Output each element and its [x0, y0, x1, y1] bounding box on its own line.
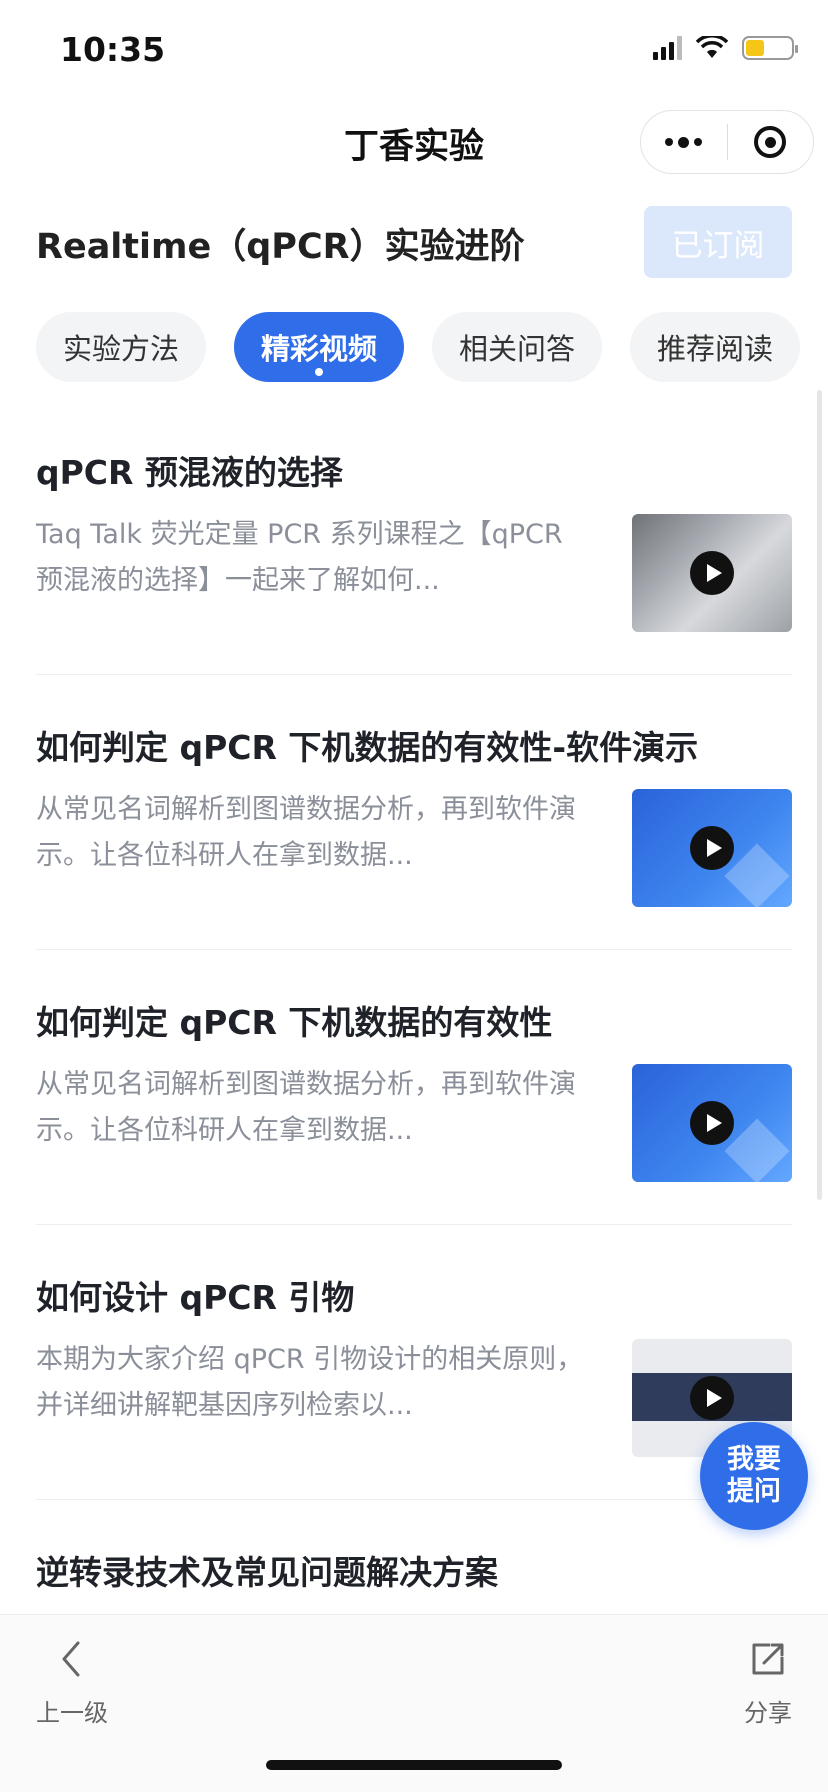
target-icon	[754, 126, 787, 158]
cube-graphic	[724, 1118, 790, 1182]
more-button[interactable]	[641, 111, 727, 173]
share-button[interactable]: 分享	[744, 1639, 792, 1728]
list-item[interactable]: 如何判定 qPCR 下机数据的有效性-软件演示 从常见名词解析到图谱数据分析，再…	[36, 675, 792, 950]
tab-videos[interactable]: 精彩视频	[234, 312, 404, 382]
list-item[interactable]: 如何判定 qPCR 下机数据的有效性 从常见名词解析到图谱数据分析，再到软件演示…	[36, 950, 792, 1225]
nav-bar: 丁香实验	[0, 100, 828, 184]
video-list: qPCR 预混液的选择 Taq Talk 荧光定量 PCR 系列课程之【qPCR…	[0, 400, 828, 1775]
ask-question-label: 我要提问	[727, 1444, 781, 1507]
back-label: 上一级	[36, 1699, 108, 1727]
tab-recommended[interactable]: 推荐阅读	[630, 312, 800, 382]
video-title: 逆转录技术及常见问题解决方案	[36, 1553, 498, 1592]
subscribe-button[interactable]: 已订阅	[644, 206, 792, 278]
close-miniprogram-button[interactable]	[728, 111, 814, 173]
ask-question-button[interactable]: 我要提问	[700, 1422, 808, 1530]
tab-bar: 实验方法 精彩视频 相关问答 推荐阅读	[0, 312, 828, 388]
video-title: 如何设计 qPCR 引物	[36, 1278, 355, 1317]
video-thumbnail[interactable]	[632, 789, 792, 907]
video-description: 从常见名词解析到图谱数据分析，再到软件演示。让各位科研人在拿到数据...	[36, 1069, 576, 1146]
video-description: Taq Talk 荧光定量 PCR 系列课程之【qPCR 预混液的选择】一起来了…	[36, 519, 563, 596]
share-label: 分享	[744, 1699, 792, 1727]
share-icon	[752, 1643, 784, 1675]
miniprogram-capsule	[640, 110, 814, 174]
chevron-left-icon	[62, 1641, 80, 1677]
cube-graphic	[724, 843, 790, 907]
battery-icon	[742, 36, 798, 60]
tab-methods[interactable]: 实验方法	[36, 312, 206, 382]
video-title: 如何判定 qPCR 下机数据的有效性	[36, 1003, 553, 1042]
page-title: Realtime（qPCR）实验进阶	[36, 227, 525, 267]
cellular-signal-icon	[653, 36, 682, 60]
video-title: 如何判定 qPCR 下机数据的有效性-软件演示	[36, 728, 699, 767]
status-time: 10:35	[60, 30, 166, 69]
video-thumbnail[interactable]	[632, 514, 792, 632]
back-button[interactable]: 上一级	[36, 1639, 108, 1728]
more-dots-icon	[665, 136, 703, 148]
tab-qa[interactable]: 相关问答	[432, 312, 602, 382]
play-icon	[690, 826, 734, 870]
play-icon	[690, 551, 734, 595]
play-icon	[690, 1101, 734, 1145]
list-item[interactable]: qPCR 预混液的选择 Taq Talk 荧光定量 PCR 系列课程之【qPCR…	[36, 400, 792, 675]
list-item[interactable]: 如何设计 qPCR 引物 本期为大家介绍 qPCR 引物设计的相关原则，并详细讲…	[36, 1225, 792, 1500]
video-title: qPCR 预混液的选择	[36, 453, 343, 492]
video-description: 本期为大家介绍 qPCR 引物设计的相关原则，并详细讲解靶基因序列检索以...	[36, 1344, 584, 1421]
status-icons	[653, 36, 798, 60]
home-indicator	[266, 1760, 562, 1770]
wifi-icon	[696, 36, 728, 58]
video-thumbnail[interactable]	[632, 1064, 792, 1182]
status-bar: 10:35	[0, 0, 828, 100]
page-header: Realtime（qPCR）实验进阶 已订阅	[0, 184, 828, 304]
play-icon	[690, 1376, 734, 1420]
video-description: 从常见名词解析到图谱数据分析，再到软件演示。让各位科研人在拿到数据...	[36, 794, 576, 871]
